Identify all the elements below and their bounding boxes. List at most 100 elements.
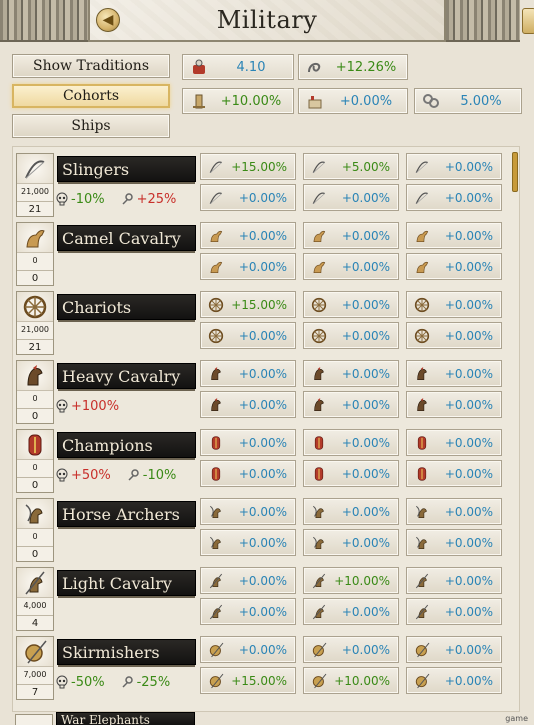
tradition-bonus[interactable]: +10.00% xyxy=(303,667,399,694)
unit-modifier[interactable]: +50% xyxy=(55,468,111,483)
camel-icon xyxy=(311,258,328,275)
unit-modifier[interactable]: +25% xyxy=(121,192,176,207)
tradition-bonus[interactable]: +0.00% xyxy=(200,360,296,387)
unit-modifier[interactable]: -10% xyxy=(55,192,105,207)
tradition-bonus[interactable]: +0.00% xyxy=(200,253,296,280)
tradition-bonus[interactable]: +15.00% xyxy=(200,291,296,318)
unit-row[interactable]: 0 0 Camel Cavalry +0.00% +0.00% +0.00% +0.00% +… xyxy=(13,220,519,287)
tradition-bonus[interactable]: +0.00% xyxy=(406,636,502,663)
stat-3[interactable]: +10.00% xyxy=(182,88,294,114)
tradition-bonus[interactable]: +10.00% xyxy=(303,567,399,594)
tradition-bonus[interactable]: +0.00% xyxy=(303,460,399,487)
tradition-bonus[interactable]: +0.00% xyxy=(406,460,502,487)
tradition-bonus[interactable]: +0.00% xyxy=(406,529,502,556)
skull-icon xyxy=(55,192,71,206)
tab-cohorts[interactable]: Cohorts xyxy=(12,84,170,108)
bonus-value: +0.00% xyxy=(238,397,287,412)
unit-row[interactable]: 0 0 Champions +50% -10% +0.00% +0.00% +0.00% +0.… xyxy=(13,427,519,494)
unit-row[interactable]: 0 0 Horse Archers +0.00% +0.00% +0.00% +0.00% +… xyxy=(13,496,519,563)
wheel-icon xyxy=(414,327,431,344)
tab-ships[interactable]: Ships xyxy=(12,114,170,138)
tradition-bonus[interactable]: +0.00% xyxy=(303,529,399,556)
tradition-bonus[interactable]: +0.00% xyxy=(303,360,399,387)
bonus-value: +0.00% xyxy=(238,535,287,550)
tradition-bonus[interactable]: +0.00% xyxy=(303,498,399,525)
tradition-bonus[interactable]: +0.00% xyxy=(406,184,502,211)
tradition-bonus[interactable]: +0.00% xyxy=(200,529,296,556)
tradition-bonus[interactable]: +0.00% xyxy=(200,460,296,487)
stat-2[interactable]: +12.26% xyxy=(298,54,408,80)
tradition-bonus[interactable]: +0.00% xyxy=(406,222,502,249)
shield-icon xyxy=(208,465,225,482)
horse-bow-icon xyxy=(208,534,225,551)
tradition-bonus[interactable]: +0.00% xyxy=(200,184,296,211)
back-button[interactable]: ◀ xyxy=(96,8,120,32)
tradition-bonus[interactable]: +0.00% xyxy=(406,322,502,349)
skull-icon xyxy=(55,468,71,482)
tradition-bonus[interactable]: +0.00% xyxy=(200,391,296,418)
tradition-bonus[interactable]: +0.00% xyxy=(303,291,399,318)
tradition-bonus[interactable]: +0.00% xyxy=(406,253,502,280)
unit-modifier[interactable]: -50% xyxy=(55,675,105,690)
unit-row[interactable]: 4,000 4 Light Cavalry +0.00% +10.00% +0.00% +0… xyxy=(13,565,519,632)
tradition-bonus[interactable]: +0.00% xyxy=(200,222,296,249)
upkeep-icon xyxy=(121,675,137,689)
unit-row[interactable]: 7,000 7 Skirmishers -50% -25% +0.00% +0.00% +0.… xyxy=(13,634,519,701)
tradition-bonus[interactable]: +0.00% xyxy=(303,391,399,418)
horse-bow-icon xyxy=(311,534,328,551)
tradition-bonus[interactable]: +0.00% xyxy=(406,598,502,625)
unit-row[interactable]: 21,000 21 Chariots +15.00% +0.00% +0.00% +0.00… xyxy=(13,289,519,356)
manpower-icon xyxy=(189,57,209,77)
stat-1[interactable]: 4.10 xyxy=(182,54,294,80)
tradition-bonus[interactable]: +5.00% xyxy=(303,153,399,180)
unit-modifier[interactable]: -10% xyxy=(127,468,176,483)
tradition-bonus[interactable]: +0.00% xyxy=(303,636,399,663)
sling-icon xyxy=(414,158,431,175)
tradition-bonus[interactable]: +0.00% xyxy=(303,184,399,211)
tradition-bonus[interactable]: +15.00% xyxy=(200,153,296,180)
tradition-bonus[interactable]: +0.00% xyxy=(406,391,502,418)
unit-row-partial[interactable]: War Elephants xyxy=(12,712,520,725)
tradition-bonus[interactable]: +0.00% xyxy=(200,567,296,594)
unit-portrait xyxy=(15,714,53,725)
tradition-bonus[interactable]: +0.00% xyxy=(406,667,502,694)
unit-modifier[interactable]: -25% xyxy=(121,675,170,690)
show-traditions-button[interactable]: Show Traditions xyxy=(12,54,170,78)
side-panel-button[interactable] xyxy=(522,8,534,34)
unit-row[interactable]: 21,000 21 Slingers -10% +25% +15.00% +5.00% +0.… xyxy=(13,151,519,218)
tradition-bonus[interactable]: +0.00% xyxy=(406,498,502,525)
upkeep-icon xyxy=(121,192,137,206)
tradition-bonus[interactable]: +0.00% xyxy=(303,598,399,625)
tradition-bonus[interactable]: +0.00% xyxy=(406,360,502,387)
stat-5[interactable]: 5.00% xyxy=(414,88,522,114)
sling-icon xyxy=(311,158,328,175)
tradition-bonus[interactable]: +0.00% xyxy=(406,153,502,180)
tradition-bonus[interactable]: +0.00% xyxy=(200,636,296,663)
stat-4[interactable]: +0.00% xyxy=(298,88,408,114)
tradition-bonus[interactable]: +0.00% xyxy=(200,498,296,525)
wheel-icon xyxy=(311,296,328,313)
tradition-bonus[interactable]: +0.00% xyxy=(406,429,502,456)
scrollbar-thumb[interactable] xyxy=(512,152,518,192)
tradition-bonus[interactable]: +0.00% xyxy=(303,222,399,249)
tradition-bonus[interactable]: +0.00% xyxy=(406,291,502,318)
unit-max: 4,000 xyxy=(23,601,47,610)
bonus-value: +0.00% xyxy=(444,642,493,657)
building-icon xyxy=(189,91,209,111)
stat-value: +0.00% xyxy=(339,93,393,109)
camel-icon xyxy=(414,258,431,275)
tradition-bonus[interactable]: +0.00% xyxy=(200,322,296,349)
tradition-bonus[interactable]: +0.00% xyxy=(200,429,296,456)
bonus-value: +0.00% xyxy=(341,297,390,312)
tradition-bonus[interactable]: +0.00% xyxy=(406,567,502,594)
camel-icon xyxy=(208,258,225,275)
tradition-bonus[interactable]: +15.00% xyxy=(200,667,296,694)
tradition-bonus[interactable]: +0.00% xyxy=(303,429,399,456)
tradition-bonus[interactable]: +0.00% xyxy=(303,253,399,280)
unit-modifier[interactable]: +100% xyxy=(55,399,119,414)
bonus-value: +10.00% xyxy=(334,573,390,588)
tradition-bonus[interactable]: +0.00% xyxy=(200,598,296,625)
unit-row[interactable]: 0 0 Heavy Cavalry +100% +0.00% +0.00% +0.00% +0… xyxy=(13,358,519,425)
tradition-bonus[interactable]: +0.00% xyxy=(303,322,399,349)
unit-list[interactable]: 21,000 21 Slingers -10% +25% +15.00% +5.00% +0.… xyxy=(12,146,520,712)
